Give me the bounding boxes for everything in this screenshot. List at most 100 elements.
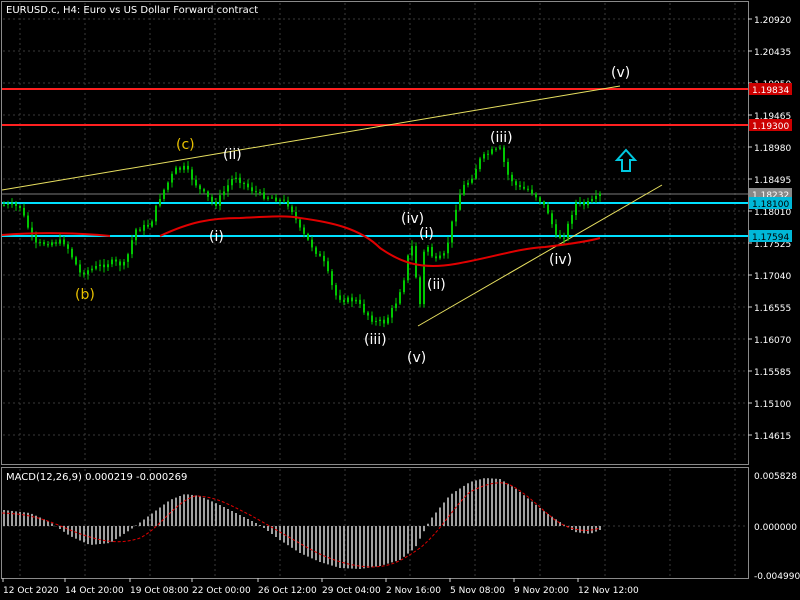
wave-label-v-right: (v) (611, 65, 630, 81)
candle-body (439, 255, 441, 259)
candle-body (147, 224, 149, 227)
price-tick-label: 1.15100 (754, 400, 791, 410)
candle-body (559, 234, 561, 238)
candle-body (75, 257, 77, 265)
candle-body (163, 189, 165, 199)
price-tick-label: 1.18980 (754, 144, 791, 154)
price-tag-label: 1.17594 (752, 233, 789, 243)
candle-body (139, 229, 141, 231)
candle-body (195, 179, 197, 186)
candle-body (511, 174, 513, 182)
candle-body (343, 299, 345, 303)
candle-body (127, 254, 129, 262)
macd-grid (3, 469, 747, 577)
upper-trendline[interactable] (1, 85, 621, 191)
time-tick-label: 14 Oct 20:00 (65, 586, 124, 596)
time-tick-label: 5 Nov 08:00 (450, 586, 505, 596)
candle-body (371, 315, 373, 322)
wave-label-iv-right: (iv) (549, 252, 572, 268)
candle-body (451, 221, 453, 243)
candle-body (267, 197, 269, 199)
macd-signal-line (1, 482, 601, 568)
candle-body (187, 165, 189, 170)
chart-title: EURUSD.c, H4: Euro vs US Dollar Forward … (6, 5, 258, 16)
candle-body (303, 227, 305, 234)
candle-body (463, 184, 465, 195)
candle-body (583, 202, 585, 206)
candle-body (39, 242, 41, 244)
candle-body (35, 234, 37, 243)
candle-body (243, 182, 245, 184)
time-tick-label: 22 Oct 00:00 (192, 586, 251, 596)
candle-body (399, 292, 401, 304)
candle-body (199, 185, 201, 190)
candle-body (587, 201, 589, 206)
candle-body (51, 242, 53, 246)
candle-body (115, 259, 117, 262)
candle-body (335, 285, 337, 296)
wave-label-ii-left: (ii) (223, 147, 242, 163)
price-tags: 1.198341.193001.182321.181001.17594 (749, 83, 792, 243)
wave-label-b: (b) (75, 287, 95, 303)
candle-body (359, 299, 361, 304)
candle-body (519, 185, 521, 187)
candle-body (447, 242, 449, 254)
candle-body (271, 197, 273, 199)
candle-body (499, 147, 501, 149)
candle-body (47, 244, 49, 246)
candle-body (311, 239, 313, 248)
time-axis: 12 Oct 2020 14 Oct 20:00 19 Oct 08:00 22 Oc… (2, 578, 639, 596)
candle-body (515, 181, 517, 186)
candle-body (191, 169, 193, 180)
candle-body (591, 199, 593, 202)
candle-body (579, 202, 581, 204)
candle-body (87, 270, 89, 275)
price-tag-label: 1.19300 (752, 122, 789, 132)
candle-body (539, 197, 541, 202)
candle-body (551, 213, 553, 225)
candle-body (387, 317, 389, 324)
candle-body (15, 203, 17, 206)
candle-body (3, 204, 5, 206)
time-tick-label: 2 Nov 16:00 (386, 586, 441, 596)
macd-tick-label: 0.005828 (754, 472, 797, 482)
candle-body (287, 200, 289, 207)
candle-body (251, 187, 253, 192)
candle-body (135, 229, 137, 241)
candle-body (111, 259, 113, 265)
candle-body (403, 280, 405, 293)
candle-body (183, 165, 185, 170)
macd-panel-frame (1, 467, 749, 579)
candle-body (595, 196, 597, 200)
candle-body (171, 173, 173, 183)
candle-body (435, 256, 437, 259)
candle-body (475, 169, 477, 179)
wave-label-i-left: (i) (209, 229, 224, 245)
wave-label-iii-left: (iii) (364, 332, 387, 348)
candle-body (235, 177, 237, 179)
chart-canvas[interactable]: (c) (b) (ii) (i) (iii) (iv) (v) (i) (ii)… (0, 0, 800, 600)
candle-body (59, 239, 61, 244)
candle-body (479, 158, 481, 170)
candle-body (55, 242, 57, 244)
candle-body (27, 215, 29, 228)
candle-body (247, 183, 249, 188)
candle-body (455, 209, 457, 222)
candle-body (323, 255, 325, 262)
candle-body (175, 167, 177, 174)
price-panel-frame (1, 1, 749, 465)
candle-body (391, 307, 393, 318)
wave-label-v-left: (v) (407, 350, 426, 366)
candle-body (459, 194, 461, 210)
time-tick-label: 12 Nov 12:00 (578, 586, 639, 596)
candle-body (507, 161, 509, 175)
candle-body (131, 240, 133, 255)
candle-body (523, 186, 525, 189)
candle-body (491, 149, 493, 154)
candle-body (339, 295, 341, 300)
candle-body (555, 224, 557, 235)
wave-label-iv-left: (iv) (401, 211, 424, 227)
candle-body (419, 277, 421, 305)
candle-body (599, 193, 601, 197)
candle-body (567, 223, 569, 239)
